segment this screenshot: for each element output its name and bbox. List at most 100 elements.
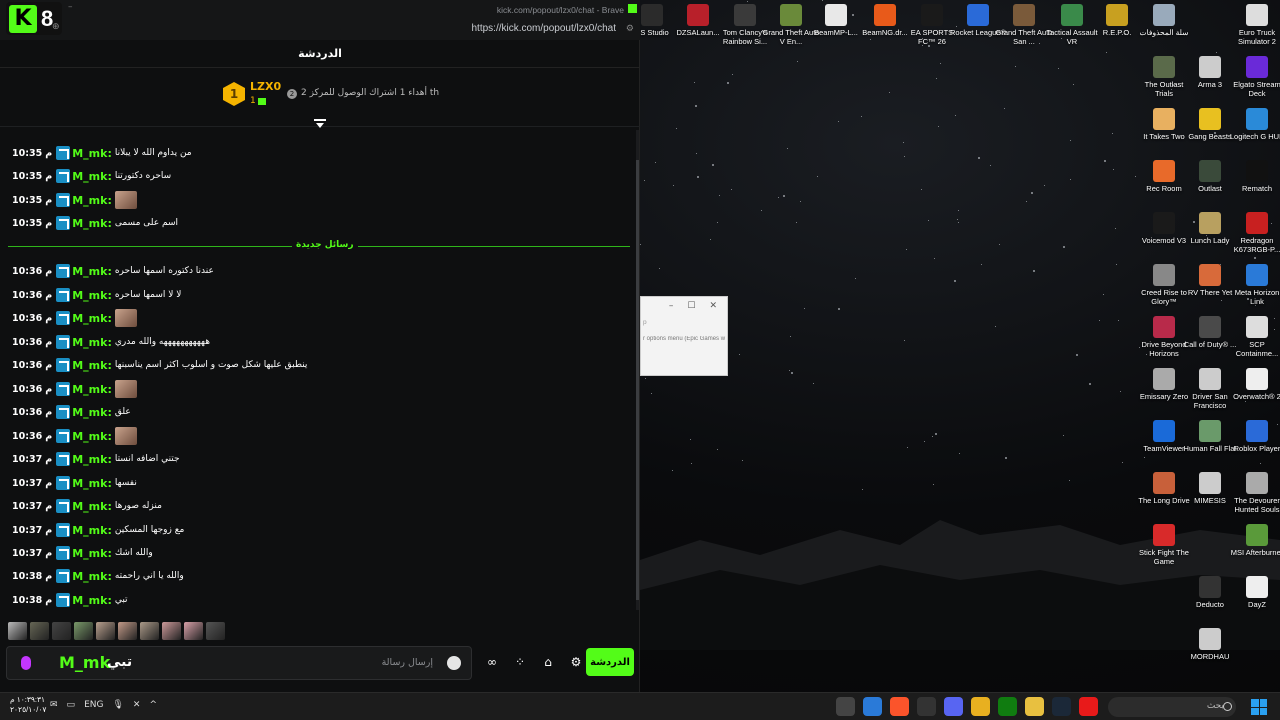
edge-shield-icon[interactable] [863, 697, 882, 716]
emote-icon[interactable] [30, 622, 49, 640]
message-username[interactable]: M_mk: [72, 289, 112, 302]
background-dialog-window[interactable]: – ☐ ✕ p r options menu (Epic Games w [640, 296, 728, 376]
desktop-icon[interactable]: Meta Horizon Link [1233, 264, 1280, 306]
desktop-icon[interactable]: MIMESIS [1186, 472, 1234, 505]
chat-message[interactable]: 10:37 م M_mk: مع زوجها المسكين [12, 520, 184, 540]
desktop-icon[interactable]: DZSALaun... [674, 4, 722, 37]
chat-message[interactable]: 10:38 م M_mk: والله يا اني راحمته [12, 566, 184, 586]
message-username[interactable]: M_mk: [72, 453, 112, 466]
close-icon[interactable]: ✕ [709, 301, 717, 311]
browser-chat-popout[interactable]: K 8 – ⊕ kick.com/popout/lzx0/chat - Brav… [0, 0, 640, 692]
chat-messages[interactable]: 10:35 م M_mk: من يداوم الله لا يبلانا 10:35 م… [0, 130, 636, 610]
desktop-icon[interactable]: BeamNG.dr... [861, 4, 909, 37]
xbox-icon[interactable] [998, 697, 1017, 716]
desktop-icon[interactable]: Deducto [1186, 576, 1234, 609]
message-username[interactable]: M_mk: [72, 383, 112, 396]
desktop-icon[interactable]: RV There Yet [1186, 264, 1234, 297]
desktop-icon[interactable]: Outlast [1186, 160, 1234, 193]
chat-message[interactable]: 10:36 م M_mk: لا لا اسمها ساحره [12, 285, 181, 305]
message-username[interactable]: M_mk: [72, 359, 112, 372]
chat-message[interactable]: 10:36 م M_mk: [12, 308, 137, 328]
desktop-icon[interactable]: R.E.P.O. [1093, 4, 1141, 37]
desktop-icon[interactable]: Call of Duty® ... [1184, 316, 1236, 349]
zoom-icon[interactable]: ⊕ [52, 22, 60, 32]
desktop-icon[interactable]: EA SPORTS FC™ 26 [908, 4, 956, 46]
desktop-icon[interactable]: سلة المحذوفات [1140, 4, 1188, 37]
bm-app-icon[interactable] [917, 697, 936, 716]
desktop-icon[interactable]: Grand Theft Auto San ... [996, 4, 1052, 46]
chat-message[interactable]: 10:37 م M_mk: جتني اضافه انستا [12, 449, 180, 469]
chat-message[interactable]: 10:38 م M_mk: تبي [12, 590, 128, 610]
steam-app-icon[interactable] [836, 697, 855, 716]
desktop-icon[interactable]: Rematch [1233, 160, 1280, 193]
desktop-icon[interactable]: Logitech G HUB [1230, 108, 1280, 141]
chevron-up-icon[interactable]: ^ [149, 700, 157, 710]
emote-dots-icon[interactable]: ⁘ [512, 654, 528, 670]
desktop-icon[interactable]: Drive Beyond Horizons [1140, 316, 1188, 358]
minimize-icon[interactable]: – [68, 2, 73, 12]
desktop-icon[interactable]: The Devourer Hunted Souls [1233, 472, 1280, 514]
message-username[interactable]: M_mk: [72, 477, 112, 490]
desktop-icon[interactable]: Creed Rise to Glory™ [1140, 264, 1188, 306]
notification-icon[interactable]: ✉ [50, 700, 58, 710]
message-username[interactable]: M_mk: [72, 147, 112, 160]
emote-icon[interactable] [74, 622, 93, 640]
language-indicator[interactable]: ENG [84, 700, 103, 710]
desktop-icon[interactable]: MORDHAU [1186, 628, 1234, 661]
store-icon[interactable]: ⌂ [540, 654, 556, 670]
desktop-icon[interactable]: Roblox Player [1233, 420, 1280, 453]
desktop-icon[interactable]: Tactical Assault VR [1046, 4, 1098, 46]
chat-message[interactable]: 10:36 م M_mk: علق [12, 402, 131, 422]
chat-message[interactable]: 10:35 م M_mk: اسم على مسمى [12, 213, 178, 233]
emote-icon[interactable] [184, 622, 203, 640]
chrome-icon[interactable] [971, 697, 990, 716]
chat-message[interactable]: 10:36 م M_mk: [12, 379, 137, 399]
message-input[interactable]: إرسال رسالة [382, 657, 433, 668]
emote-icon[interactable] [8, 622, 27, 640]
emote-icon[interactable] [162, 622, 181, 640]
discord-icon[interactable] [944, 697, 963, 716]
desktop-icon[interactable]: Driver San Francisco [1186, 368, 1234, 410]
chat-message[interactable]: 10:36 م M_mk: [12, 426, 137, 446]
desktop-icon[interactable]: The Outlast Trials [1140, 56, 1188, 98]
desktop-icon[interactable]: Grand Theft Auto V En... [763, 4, 819, 46]
desktop-icon[interactable]: Arma 3 [1186, 56, 1234, 89]
pinned-username[interactable]: LZX0 [250, 80, 281, 93]
chat-scroll-thumb[interactable] [636, 160, 639, 600]
message-username[interactable]: M_mk: [72, 406, 112, 419]
youtube-icon[interactable] [1079, 697, 1098, 716]
minimize-icon[interactable]: – [669, 301, 674, 311]
chat-message[interactable]: 10:37 م M_mk: والله اشك [12, 543, 153, 563]
gear-icon[interactable]: ⚙ [568, 654, 584, 670]
maximize-icon[interactable]: ☐ [687, 301, 695, 311]
file-explorer-icon[interactable] [1025, 697, 1044, 716]
desktop-icon[interactable]: SCP Containme... [1233, 316, 1280, 358]
chat-message[interactable]: 10:37 م M_mk: نفسها [12, 473, 137, 493]
desktop-icon[interactable]: Euro Truck Simulator 2 [1233, 4, 1280, 46]
composer-text[interactable]: تبي [107, 654, 132, 670]
desktop-icon[interactable]: BeamMP-L... [812, 4, 860, 37]
desktop-icon[interactable]: DayZ [1233, 576, 1280, 609]
chat-composer[interactable]: M_mk تبي إرسال رسالة [6, 646, 472, 680]
infinity-icon[interactable]: ∞ [484, 654, 500, 670]
desktop-icon[interactable]: Lunch Lady [1186, 212, 1234, 245]
emoji-icon[interactable] [447, 656, 461, 670]
message-username[interactable]: M_mk: [72, 265, 112, 278]
desktop-icon[interactable]: Gang Beasts [1186, 108, 1234, 141]
chat-message[interactable]: 10:36 م M_mk: ينطبق عليها شكل صوت و اسلوب ا… [12, 355, 307, 375]
chat-message[interactable]: 10:36 م M_mk: هههههههههههه والله مدري [12, 332, 210, 352]
chat-message[interactable]: 10:35 م M_mk: من يداوم الله لا يبلانا [12, 143, 192, 163]
chat-message[interactable]: 10:37 م M_mk: منزله صورها [12, 496, 162, 516]
emote-icon[interactable] [140, 622, 159, 640]
message-username[interactable]: M_mk: [72, 170, 112, 183]
chat-message[interactable]: 10:36 م M_mk: عندنا دكتوره اسمها ساحره [12, 261, 214, 281]
send-chat-button[interactable]: الدردشة [586, 648, 634, 676]
desktop-icon[interactable]: Overwatch® 2 [1233, 368, 1280, 401]
chat-message[interactable]: 10:35 م M_mk: ساحره دكتورتنا [12, 166, 171, 186]
taskbar-search[interactable]: بحث [1108, 697, 1236, 717]
chat-message[interactable]: 10:35 م M_mk: [12, 190, 137, 210]
collapse-pinned-icon[interactable] [313, 118, 327, 130]
message-username[interactable]: M_mk: [72, 336, 112, 349]
desktop-icon[interactable]: Human Fall Flat [1184, 420, 1236, 453]
system-clock[interactable]: ١٠:٣٩:٣١ م ٢٠٢٥/١٠/٠٧ [10, 695, 46, 715]
